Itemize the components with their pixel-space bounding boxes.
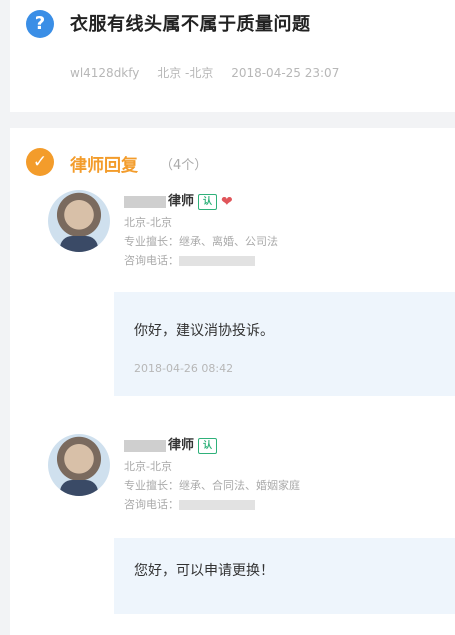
asker-location: 北京 -北京 (157, 66, 214, 80)
lawyer-name[interactable]: 律师认 ❤ (124, 190, 233, 210)
asker-username[interactable]: wl4128dkfy (70, 66, 139, 80)
blurred-phone (179, 256, 255, 266)
avatar[interactable] (48, 434, 110, 496)
heart-badge-icon: ❤ (221, 193, 233, 210)
question-meta: wl4128dkfy 北京 -北京 2018-04-25 23:07 (70, 64, 353, 81)
verified-badge-icon: 认 (198, 437, 218, 454)
reply-text: 您好，可以申请更换！ (134, 563, 274, 579)
question-datetime: 2018-04-25 23:07 (231, 66, 340, 80)
reply-time: 2018-04-26 08:42 (134, 362, 234, 375)
answers-count: （4个） (160, 158, 208, 173)
question-circle-icon: ? (26, 10, 54, 38)
lawyer-location: 北京-北京 (124, 460, 172, 473)
lawyer-specialty: 专业擅长：继承、合同法、婚姻家庭 (124, 479, 300, 492)
answers-title: 律师回复 (70, 156, 138, 176)
lawyer-profile[interactable]: 律师认 ❤ 北京-北京 专业擅长：继承、离婚、公司法 咨询电话： (48, 190, 448, 280)
lawyer-specialty: 专业擅长：继承、离婚、公司法 (124, 235, 278, 248)
question-card: ? 衣服有线头属不属于质量问题 wl4128dkfy 北京 -北京 2018-0… (10, 0, 455, 112)
verified-badge-icon: 认 (198, 193, 218, 210)
answers-card: ✓ 律师回复 （4个） 律师认 ❤ 北京-北京 专业擅长：继承、离婚、公司法 咨询… (10, 128, 455, 635)
check-circle-icon: ✓ (26, 148, 54, 176)
lawyer-profile[interactable]: 律师认 北京-北京 专业擅长：继承、合同法、婚姻家庭 咨询电话： (48, 434, 448, 524)
blurred-name (124, 195, 166, 208)
question-title: 衣服有线头属不属于质量问题 (70, 14, 311, 35)
lawyer-location: 北京-北京 (124, 216, 172, 229)
reply-bubble: 你好，建议消协投诉。 2018-04-26 08:42 (114, 292, 455, 396)
blurred-phone (179, 500, 255, 510)
blurred-name (124, 439, 166, 452)
lawyer-name[interactable]: 律师认 (124, 434, 218, 454)
lawyer-phone: 咨询电话： (124, 252, 255, 268)
avatar[interactable] (48, 190, 110, 252)
lawyer-phone: 咨询电话： (124, 496, 255, 512)
reply-text: 你好，建议消协投诉。 (134, 323, 274, 339)
reply-bubble: 您好，可以申请更换！ (114, 538, 455, 614)
